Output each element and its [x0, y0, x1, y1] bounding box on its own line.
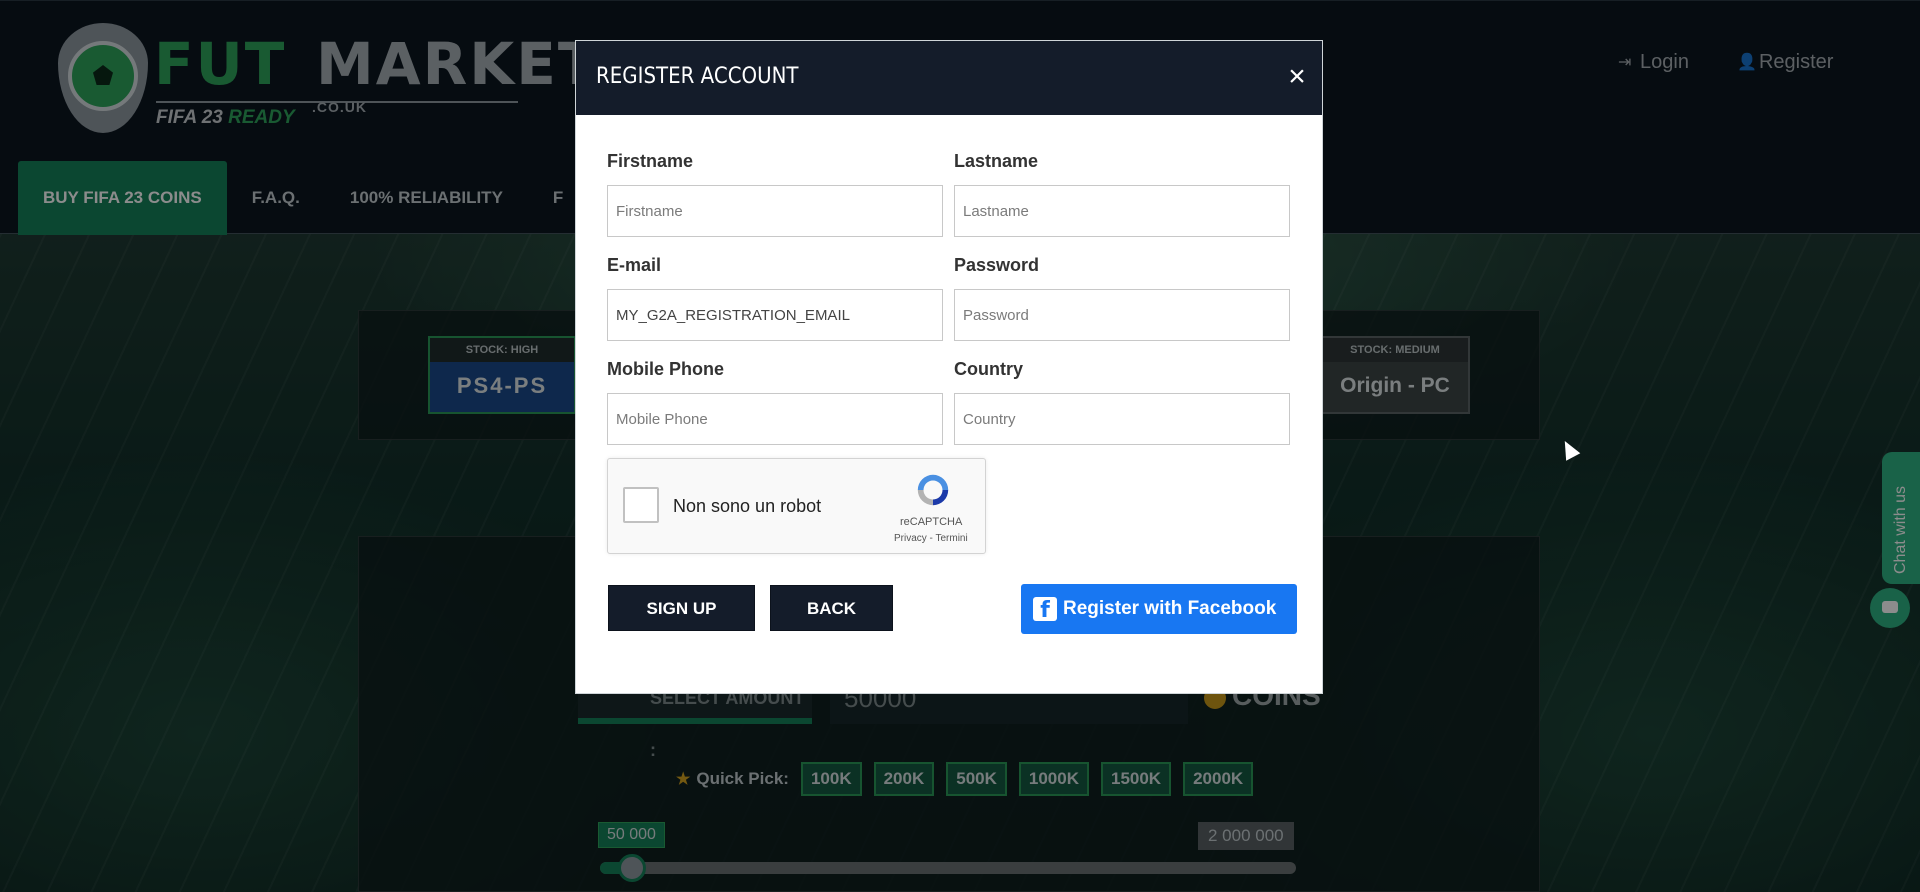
phone-field[interactable] [607, 393, 943, 445]
lastname-label: Lastname [954, 151, 1039, 171]
recaptcha-text: Non sono un robot [673, 496, 822, 516]
password-label: Password [954, 255, 1040, 275]
email-group: E-mail [607, 255, 943, 341]
recaptcha-links[interactable]: Privacy - Termini [894, 533, 968, 544]
email-label: E-mail [607, 255, 662, 275]
phone-group: Mobile Phone [607, 359, 943, 445]
modal-title: REGISTER ACCOUNT [596, 64, 799, 89]
back-button[interactable]: BACK [770, 585, 893, 631]
recaptcha-widget: Non sono un robot reCAPTCHA Privacy - Te… [607, 458, 986, 554]
facebook-icon: f [1033, 597, 1057, 623]
sign-up-button[interactable]: SIGN UP [608, 585, 755, 631]
recaptcha-logo-icon [917, 474, 949, 506]
register-modal: REGISTER ACCOUNT × Firstname Lastname E-… [575, 40, 1323, 694]
country-label: Country [954, 359, 1023, 379]
facebook-register-button[interactable]: f Register with Facebook [1021, 584, 1297, 634]
firstname-group: Firstname [607, 151, 943, 237]
recaptcha-brand: reCAPTCHA [900, 516, 963, 528]
modal-header: REGISTER ACCOUNT × [576, 41, 1322, 115]
firstname-label: Firstname [607, 151, 694, 171]
email-field[interactable] [607, 289, 943, 341]
recaptcha-checkbox[interactable] [623, 487, 659, 523]
close-icon[interactable]: × [1282, 59, 1312, 95]
country-field[interactable] [954, 393, 1290, 445]
lastname-group: Lastname [954, 151, 1290, 237]
password-field[interactable] [954, 289, 1290, 341]
facebook-register-label: Register with Facebook [1063, 598, 1277, 619]
country-group: Country [954, 359, 1290, 445]
password-group: Password [954, 255, 1290, 341]
firstname-field[interactable] [607, 185, 943, 237]
lastname-field[interactable] [954, 185, 1290, 237]
phone-label: Mobile Phone [607, 359, 724, 379]
